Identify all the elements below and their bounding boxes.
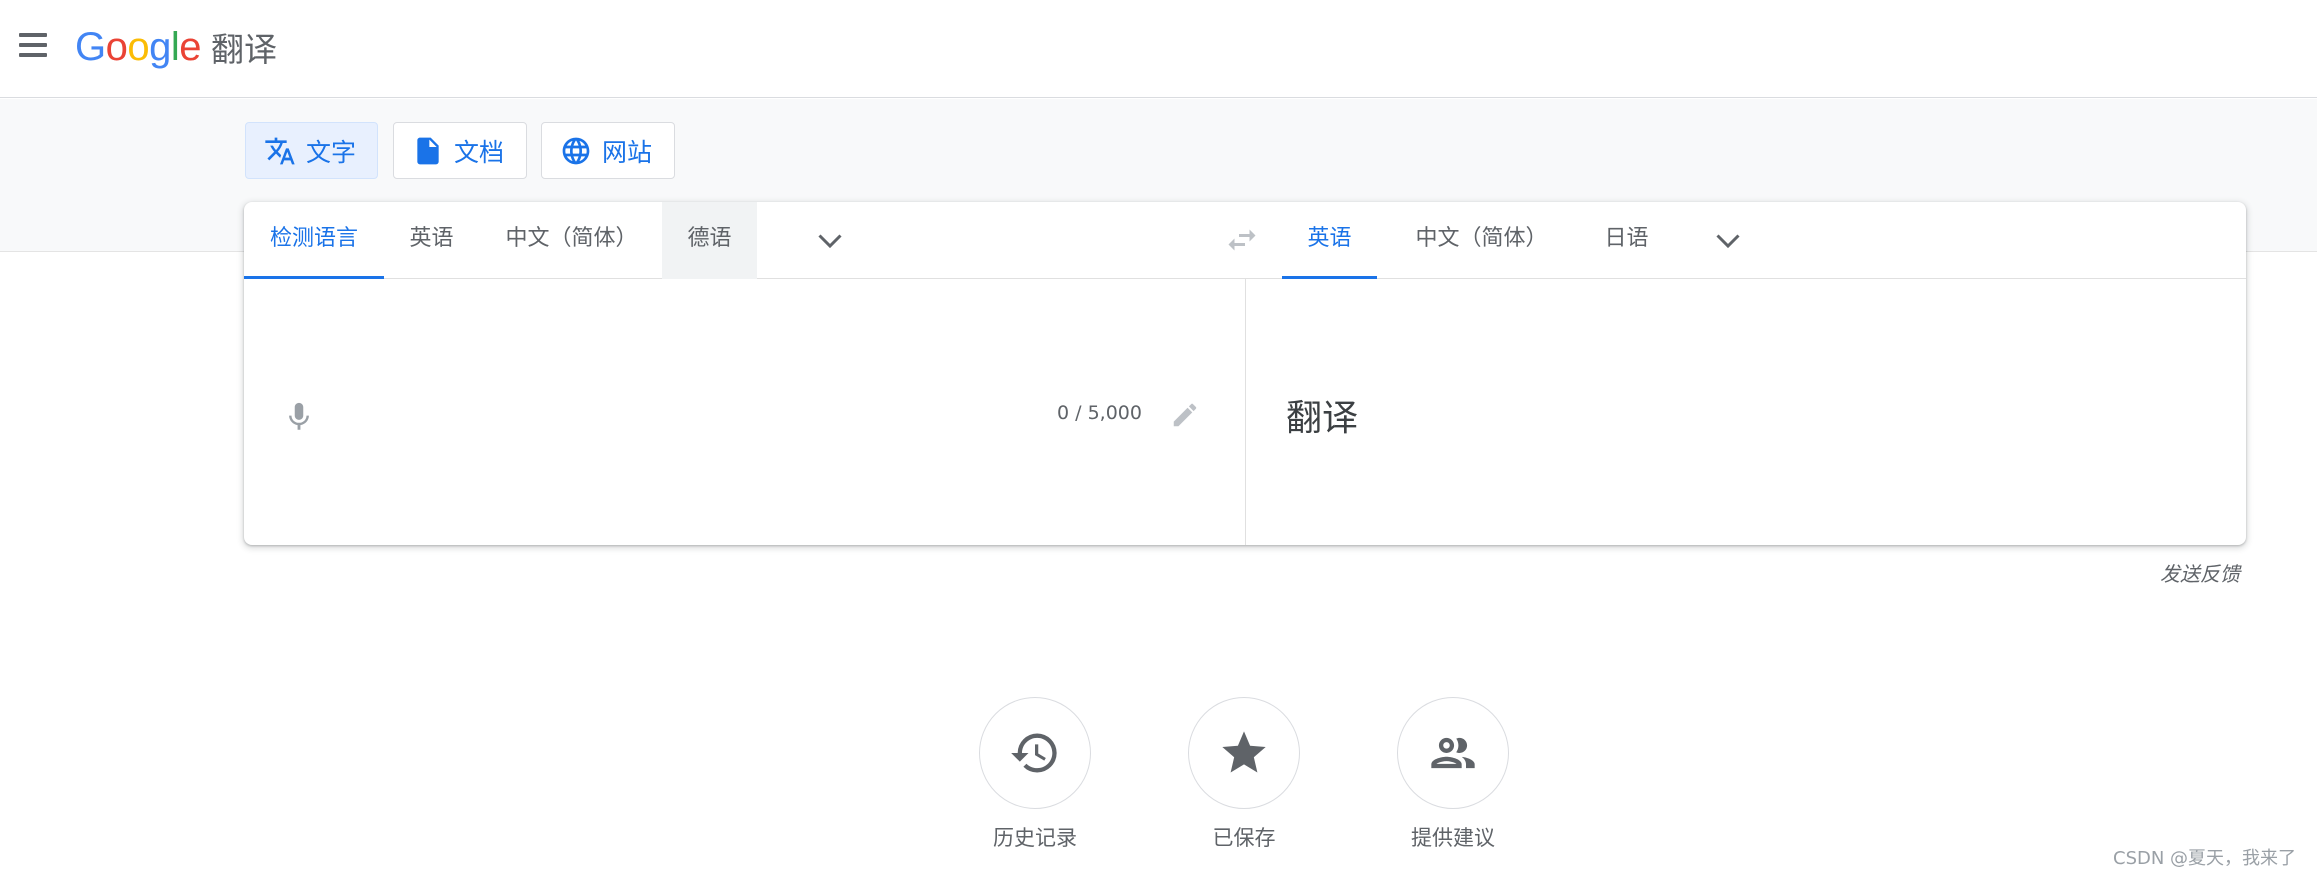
saved-circle — [1188, 697, 1300, 809]
source-lang-detect-tab[interactable]: 检测语言 — [244, 202, 384, 279]
contribute-label: 提供建议 — [1411, 826, 1495, 850]
target-lang-chinese-tab[interactable]: 中文（简体） — [1389, 202, 1574, 279]
logo-letter: g — [149, 24, 171, 69]
mode-website-button[interactable]: 网站 — [541, 122, 675, 179]
mode-text-button[interactable]: 文字 — [245, 122, 378, 179]
translation-output-text: 翻译 — [1286, 398, 1359, 439]
history-circle — [979, 697, 1091, 809]
source-lang-english-tab[interactable]: 英语 — [384, 202, 479, 279]
saved-button[interactable]: 已保存 — [1164, 697, 1324, 857]
history-button[interactable]: 历史记录 — [955, 697, 1115, 857]
people-icon — [1431, 737, 1475, 769]
contribute-circle — [1397, 697, 1509, 809]
character-count: 0 / 5,000 — [1057, 402, 1142, 424]
language-bar: 检测语言 英语 中文（简体） 德语 英语 中文（简体） 日语 — [244, 202, 2246, 279]
main-menu-button[interactable] — [14, 26, 54, 66]
source-lang-german-tab[interactable]: 德语 — [662, 202, 757, 279]
source-lang-chinese-tab[interactable]: 中文（简体） — [479, 202, 664, 279]
watermark-text: CSDN @夏天，我来了 — [2113, 848, 2297, 869]
microphone-icon[interactable] — [282, 400, 316, 434]
logo-letter: e — [179, 24, 202, 69]
menu-icon-bar — [19, 33, 47, 37]
menu-icon-bar — [19, 43, 47, 47]
logo-letter: G — [75, 24, 106, 69]
source-more-languages-chevron-down-icon[interactable] — [812, 222, 848, 258]
saved-label: 已保存 — [1212, 826, 1276, 850]
mode-document-label: 文档 — [454, 137, 505, 167]
product-name: 翻译 — [211, 30, 278, 69]
send-feedback-link[interactable]: 发送反馈 — [2160, 558, 2240, 587]
contribute-button[interactable]: 提供建议 — [1373, 697, 1533, 857]
translate-icon — [265, 137, 295, 164]
globe-icon — [562, 137, 590, 164]
logo-letter: l — [170, 24, 180, 69]
pencil-icon[interactable] — [1170, 400, 1200, 430]
mode-text-label: 文字 — [306, 137, 357, 167]
swap-languages-icon[interactable] — [1224, 222, 1260, 258]
logo-letter: o — [127, 24, 150, 69]
mode-document-button[interactable]: 文档 — [393, 122, 527, 179]
translation-output-panel: 翻译 — [1246, 279, 2246, 545]
google-logo: Google — [75, 24, 202, 70]
menu-icon-bar — [19, 53, 47, 57]
translation-card: 检测语言 英语 中文（简体） 德语 英语 中文（简体） 日语 0 / 5,000… — [244, 202, 2246, 545]
logo-letter: o — [105, 24, 128, 69]
target-lang-english-tab[interactable]: 英语 — [1282, 202, 1377, 279]
history-icon — [1011, 733, 1057, 773]
document-icon — [417, 137, 439, 164]
google-translate-logo[interactable]: Google 翻译 — [75, 22, 277, 72]
history-label: 历史记录 — [993, 826, 1077, 850]
app-header: Google 翻译 — [0, 0, 2317, 98]
mode-website-label: 网站 — [602, 137, 653, 167]
star-icon — [1222, 731, 1266, 773]
target-more-languages-chevron-down-icon[interactable] — [1710, 222, 1746, 258]
target-lang-japanese-tab[interactable]: 日语 — [1579, 202, 1674, 279]
